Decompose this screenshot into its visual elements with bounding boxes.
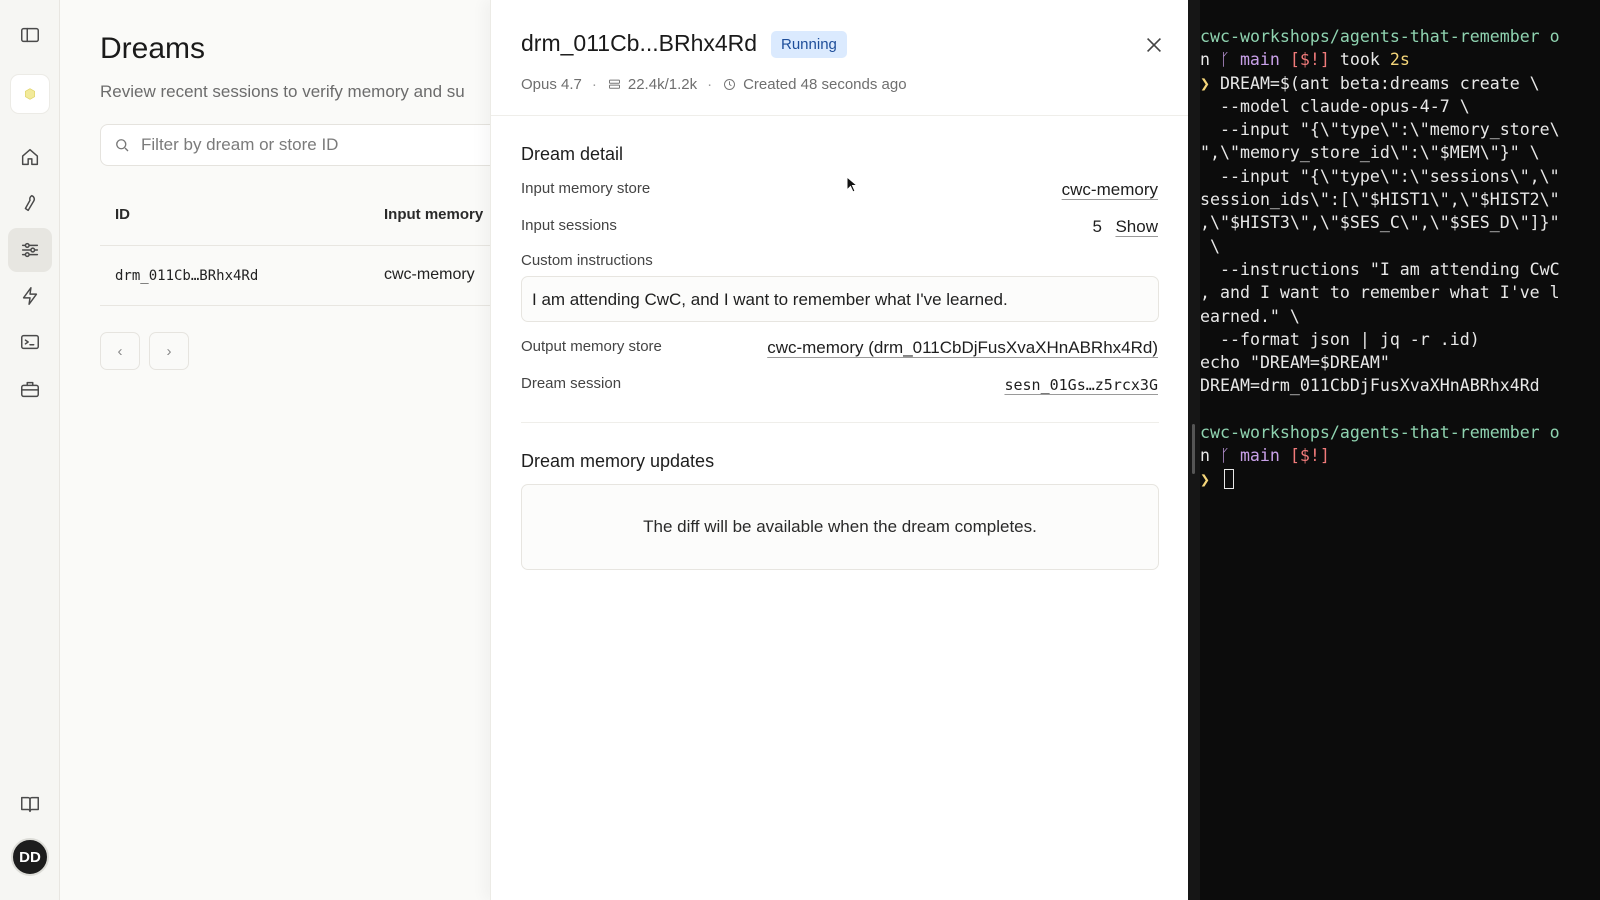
section-heading-memory-updates: Dream memory updates (521, 451, 715, 471)
divider (491, 115, 1189, 116)
workspace-logo-icon[interactable] (10, 74, 50, 114)
close-icon (1146, 37, 1162, 53)
dream-detail-drawer: drm_011Cb...BRhx4Rd Running Opus 4.7 · 2… (490, 0, 1189, 900)
briefcase-icon[interactable] (8, 367, 52, 411)
input-sessions-count: 5 (1092, 217, 1102, 236)
terminal-scroll-indicator[interactable] (1192, 424, 1195, 474)
terminal-icon[interactable] (8, 320, 52, 364)
git-status: [$!] (1289, 446, 1330, 466)
terminal-line: DREAM=$(ant beta:dreams create \ (1219, 73, 1540, 93)
status-badge: Running (771, 31, 847, 58)
show-sessions-link[interactable]: Show (1115, 217, 1158, 237)
prompt-path: cwc-workshops/agents-that-remember o (1200, 423, 1560, 443)
custom-instructions-box: I am attending CwC, and I want to rememb… (521, 276, 1159, 322)
dream-meta: Opus 4.7 · 22.4k/1.2k · Created 48 secon… (521, 76, 907, 93)
terminal-line: session_ids\":[\"$HIST1\",\"$HIST2\" (1200, 190, 1560, 210)
terminal-line: echo "DREAM=$DREAM" (1200, 353, 1390, 373)
icon-rail: DD (0, 0, 60, 900)
output-memory-link[interactable]: cwc-memory (drm_011CbDjFusXvaXHnABRhx4Rd… (767, 338, 1158, 358)
search-icon (116, 139, 129, 152)
prev-page-button[interactable]: ‹ (100, 332, 140, 370)
git-branch: main (1229, 446, 1290, 466)
dream-title: drm_011Cb...BRhx4Rd (521, 30, 758, 56)
column-header-input-memory: Input memory (384, 206, 484, 223)
custom-instructions-label: Custom instructions (521, 252, 653, 269)
page-title: Dreams (100, 32, 206, 65)
dreams-list-panel: Dreams Review recent sessions to verify … (60, 0, 490, 900)
terminal-pane[interactable]: cwc-workshops/agents-that-remember o n ᚴ… (1200, 0, 1600, 900)
row-input-memory: cwc-memory (384, 266, 475, 283)
created-time: Created 48 seconds ago (743, 76, 907, 93)
terminal-line: ",\"memory_store_id\":\"$MEM\"}" \ (1200, 143, 1540, 163)
input-memory-link[interactable]: cwc-memory (1062, 180, 1158, 200)
filter-input[interactable] (141, 135, 490, 155)
table-header: ID Input memory (100, 190, 490, 246)
dreams-nav-icon[interactable] (8, 228, 52, 272)
row-dream-id: drm_011Cb…BRhx4Rd (115, 268, 259, 284)
divider (521, 422, 1159, 423)
git-branch: main (1229, 50, 1290, 70)
docs-book-icon[interactable] (8, 782, 52, 826)
terminal-line: --model claude-opus-4-7 \ (1200, 96, 1470, 116)
page-subtitle: Review recent sessions to verify memory … (100, 82, 465, 101)
dream-session-label: Dream session (521, 375, 622, 392)
command-duration: 2s (1389, 50, 1410, 70)
terminal-line: --format json | jq -r .id) (1200, 329, 1480, 349)
terminal-line: --instructions "I am attending CwC (1200, 259, 1560, 279)
terminal-line: \ (1200, 236, 1220, 256)
close-button[interactable] (1143, 34, 1167, 58)
filter-search-box[interactable] (100, 124, 490, 166)
terminal-line: --input "{\"type\":\"sessions\",\" (1200, 166, 1560, 186)
home-icon[interactable] (8, 135, 52, 179)
section-heading-dream-detail: Dream detail (521, 144, 624, 164)
tools-icon[interactable] (8, 181, 52, 225)
next-page-button[interactable]: › (149, 332, 189, 370)
user-avatar[interactable]: DD (11, 838, 49, 876)
terminal-line: ,\"$HIST3\",\"$SES_C\",\"$SES_D\"]}" (1200, 213, 1560, 233)
terminal-line: , and I want to remember what I've l (1200, 283, 1560, 303)
output-memory-label: Output memory store (521, 338, 662, 355)
git-status: [$!] (1289, 50, 1330, 70)
clock-icon (724, 79, 736, 90)
model-name: Opus 4.7 (521, 76, 582, 93)
sidebar-toggle-icon[interactable] (8, 13, 52, 57)
token-usage: 22.4k/1.2k (627, 76, 698, 93)
tokens-icon (608, 79, 620, 89)
terminal-line: earned." \ (1200, 306, 1300, 326)
column-header-id: ID (115, 206, 130, 223)
terminal-line: DREAM=drm_011CbDjFusXvaXHnABRhx4Rd (1200, 376, 1540, 396)
terminal-cursor (1223, 468, 1234, 489)
diff-placeholder: The diff will be available when the drea… (521, 484, 1159, 570)
dream-session-link[interactable]: sesn_01Gs…z5rcx3G (1004, 376, 1158, 394)
prompt-path: cwc-workshops/agents-that-remember o (1200, 27, 1560, 46)
terminal-line: --input "{\"type\":\"memory_store\ (1200, 120, 1560, 140)
input-memory-label: Input memory store (521, 180, 651, 197)
table-row[interactable]: drm_011Cb…BRhx4Rd cwc-memory (100, 246, 490, 306)
mouse-pointer-icon (846, 176, 858, 193)
bolt-icon[interactable] (8, 274, 52, 318)
input-sessions-label: Input sessions (521, 217, 617, 234)
